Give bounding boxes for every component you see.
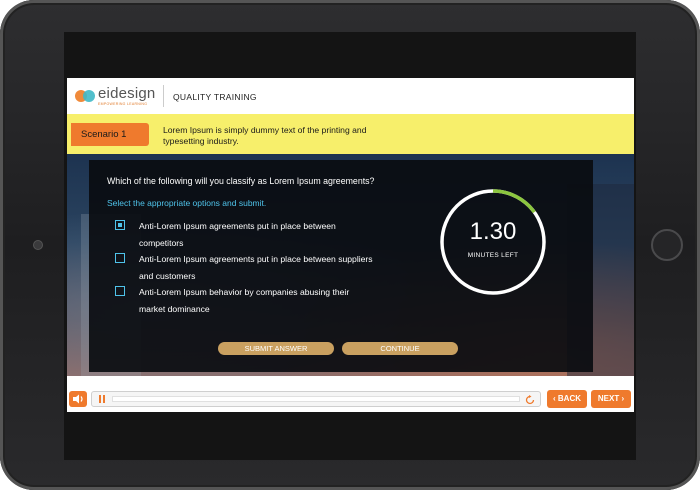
player-controls: ‹ BACK NEXT › xyxy=(67,386,634,412)
submit-answer-button[interactable]: SUBMIT ANSWER xyxy=(218,342,334,355)
option-1-label: Anti-Lorem Ipsum agreements put in place… xyxy=(139,221,336,248)
chevron-right-icon: › xyxy=(619,394,625,403)
progress-track[interactable] xyxy=(112,396,520,402)
scenario-bar: Scenario 1 Lorem Ipsum is simply dummy t… xyxy=(67,114,634,154)
option-3-label: Anti-Lorem Ipsum behavior by companies a… xyxy=(139,287,350,314)
course-header: eidesign EMPOWERING LEARNING QUALITY TRA… xyxy=(67,78,634,114)
question-instruction: Select the appropriate options and submi… xyxy=(107,198,267,208)
question-prompt: Which of the following will you classify… xyxy=(107,176,375,186)
replay-icon xyxy=(525,395,535,405)
next-button[interactable]: NEXT › xyxy=(591,390,631,408)
home-button[interactable] xyxy=(651,229,683,261)
timer-label: MINUTES LEFT xyxy=(467,252,519,259)
back-button[interactable]: ‹ BACK xyxy=(547,390,587,408)
continue-button[interactable]: CONTINUE xyxy=(342,342,458,355)
back-button-label: BACK xyxy=(557,394,581,403)
speaker-icon xyxy=(73,394,83,404)
logo-tagline: EMPOWERING LEARNING xyxy=(98,102,148,106)
option-3-checkbox[interactable] xyxy=(115,286,125,296)
option-1-checkbox[interactable] xyxy=(115,220,125,230)
option-2-label: Anti-Lorem Ipsum agreements put in place… xyxy=(139,254,373,281)
scenario-tag: Scenario 1 xyxy=(71,123,149,146)
camera-dot xyxy=(33,240,43,250)
seek-bar[interactable] xyxy=(91,391,541,407)
tablet-frame: eidesign EMPOWERING LEARNING QUALITY TRA… xyxy=(0,0,700,490)
header-divider xyxy=(163,85,164,107)
course-title: QUALITY TRAINING xyxy=(173,92,257,102)
scenario-description: Lorem Ipsum is simply dummy text of the … xyxy=(163,125,367,146)
screen: eidesign EMPOWERING LEARNING QUALITY TRA… xyxy=(64,32,636,460)
replay-button[interactable] xyxy=(524,393,536,405)
pause-button[interactable] xyxy=(96,394,108,404)
logo-wordmark: eidesign xyxy=(98,85,156,102)
next-button-label: NEXT xyxy=(597,394,620,403)
option-2-checkbox[interactable] xyxy=(115,253,125,263)
volume-button[interactable] xyxy=(69,391,87,407)
course-player: eidesign EMPOWERING LEARNING QUALITY TRA… xyxy=(67,78,634,412)
pause-icon-bar-left xyxy=(99,395,101,403)
eidesign-logo: eidesign EMPOWERING LEARNING xyxy=(75,85,156,108)
logo-teal-bubble xyxy=(83,90,95,102)
timer-value: 1.30 xyxy=(469,218,517,245)
countdown-timer: 1.30 MINUTES LEFT xyxy=(439,188,547,296)
question-panel: Which of the following will you classify… xyxy=(89,160,593,372)
pause-icon-bar-right xyxy=(103,395,105,403)
